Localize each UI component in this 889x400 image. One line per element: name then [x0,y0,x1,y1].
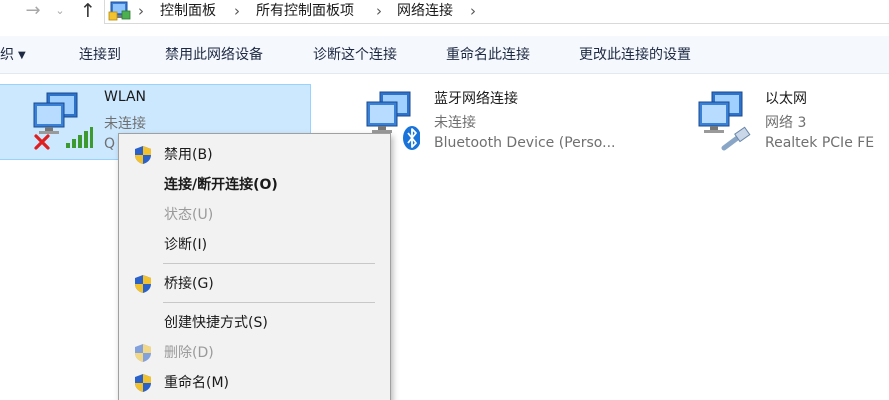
menu-item-rename[interactable]: 重命名(M) [119,369,390,397]
ethernet-network-icon [698,91,751,151]
uac-shield-icon [135,275,151,293]
breadcrumb-all-items[interactable]: 所有控制面板项 [256,0,354,24]
menu-item-label: 状态(U) [164,207,214,223]
diagnose-button[interactable]: 诊断这个连接 [313,36,397,74]
dropdown-caret-icon: ▼ [18,50,26,61]
breadcrumb-control-panel[interactable]: 控制面板 [160,0,216,24]
breadcrumb-chevron-icon[interactable]: › [470,0,476,24]
back-arrow-icon[interactable]: → [22,0,44,26]
connection-name-wlan: WLAN [104,89,147,105]
breadcrumb-network-connections[interactable]: 网络连接 [397,0,453,24]
connection-device-ethernet: Realtek PCIe FE [765,135,875,151]
change-settings-button[interactable]: 更改此连接的设置 [579,36,691,74]
connection-device-bluetooth: Bluetooth Device (Perso... [434,135,616,151]
menu-item-label: 诊断(I) [164,237,208,253]
organize-button[interactable]: 组织 ▼ [0,36,26,74]
up-arrow-icon[interactable]: ↑ [76,0,100,26]
menu-item-status: 状态(U) [119,201,390,229]
connection-item-ethernet[interactable]: 以太网 网络 3 Realtek PCIe FE [694,84,889,160]
menu-item-label: 桥接(G) [164,276,214,292]
menu-item-delete: 删除(D) [119,339,390,367]
connection-name-ethernet: 以太网 [765,91,807,107]
address-bar-row: → ⌄ ↑ › 控制面板 › 所有控制面板项 › 网络连接 › [0,0,889,30]
menu-item-label: 禁用(B) [164,147,213,163]
history-chevron-icon[interactable]: ⌄ [52,0,68,26]
network-connections-window: → ⌄ ↑ › 控制面板 › 所有控制面板项 › 网络连接 › 组织 ▼ 连接到 … [0,0,889,400]
menu-item-label: 创建快捷方式(S) [164,315,268,331]
signal-bars-icon [66,127,93,148]
connection-item-bluetooth[interactable]: 蓝牙网络连接 未连接 Bluetooth Device (Perso... [362,84,662,160]
rename-button[interactable]: 重命名此连接 [446,36,530,74]
menu-item-connect-disconnect[interactable]: 连接/断开连接(O) [119,171,390,199]
menu-separator [163,263,375,264]
menu-item-label: 重命名(M) [164,375,230,391]
connection-status-bluetooth: 未连接 [434,115,476,131]
connect-to-button[interactable]: 连接到 [79,36,121,74]
address-box[interactable] [104,0,889,24]
menu-item-diagnose[interactable]: 诊断(I) [119,231,390,259]
organize-label: 组织 [0,47,14,63]
connection-status-wlan: 未连接 [104,116,146,132]
disable-device-button[interactable]: 禁用此网络设备 [165,36,263,74]
menu-item-label: 连接/断开连接(O) [164,177,278,193]
menu-item-bridge[interactable]: 桥接(G) [119,270,390,298]
control-panel-icon [108,1,131,21]
uac-shield-icon [135,374,151,392]
command-bar: 组织 ▼ 连接到 禁用此网络设备 诊断这个连接 重命名此连接 更改此连接的设置 [0,36,889,74]
context-menu: 禁用(B) 连接/断开连接(O) 状态(U) 诊断(I) 桥接(G) 创建快捷方… [118,133,391,400]
connection-status-ethernet: 网络 3 [765,115,807,131]
uac-shield-icon [135,344,151,362]
menu-item-create-shortcut[interactable]: 创建快捷方式(S) [119,309,390,337]
uac-shield-icon [135,146,151,164]
connection-device-wlan: Q [104,136,116,152]
menu-separator [163,302,375,303]
menu-item-label: 删除(D) [164,345,214,361]
red-x-icon [34,134,50,150]
menu-item-disable[interactable]: 禁用(B) [119,141,390,169]
connection-name-bluetooth: 蓝牙网络连接 [434,91,518,107]
breadcrumb-chevron-icon[interactable]: › [376,0,382,24]
breadcrumb-chevron-icon[interactable]: › [234,0,240,24]
breadcrumb-chevron-icon[interactable]: › [138,0,144,24]
